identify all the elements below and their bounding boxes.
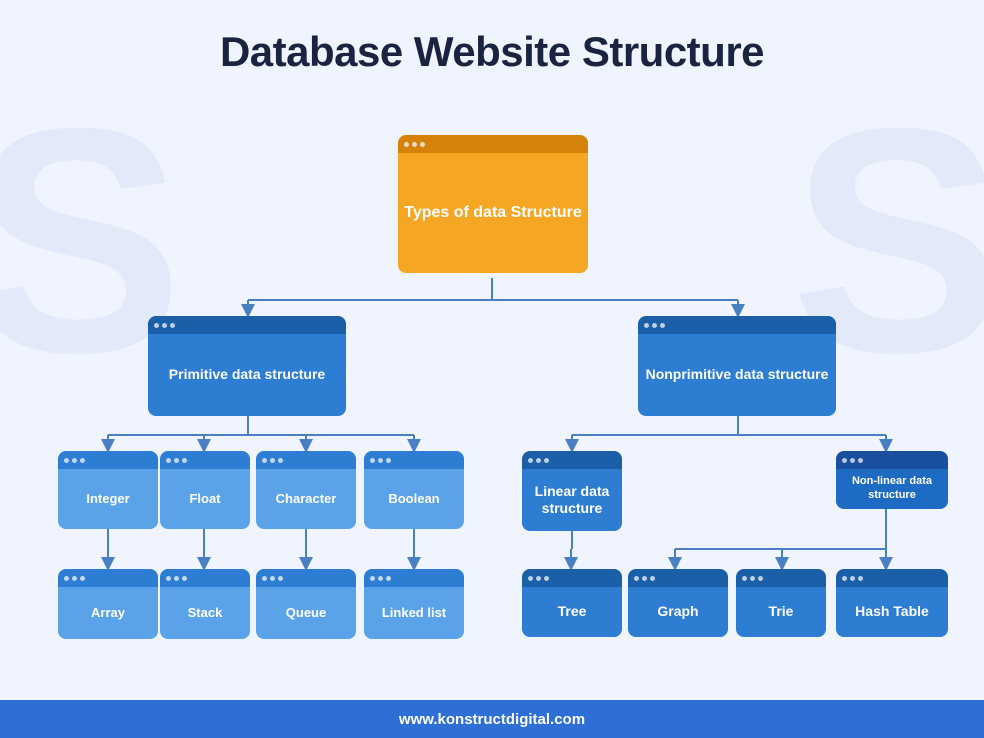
node-graph-label: Graph [628, 587, 728, 637]
node-nonprimitive-label: Nonprimitive data structure [638, 334, 836, 416]
node-tree-label: Tree [522, 587, 622, 637]
node-float: Float [160, 451, 250, 529]
node-linear-titlebar [522, 451, 622, 469]
node-linear-label: Linear data structure [522, 469, 622, 531]
node-root: Types of data Structure [398, 135, 588, 273]
node-character-label: Character [256, 469, 356, 529]
node-boolean: Boolean [364, 451, 464, 529]
node-array: Array [58, 569, 158, 639]
node-queue-titlebar [256, 569, 356, 587]
node-trie-titlebar [736, 569, 826, 587]
node-linear: Linear data structure [522, 451, 622, 531]
node-integer: Integer [58, 451, 158, 529]
node-nonlinear: Non-linear data structure [836, 451, 948, 509]
node-root-label: Types of data Structure [398, 153, 588, 273]
node-queue: Queue [256, 569, 356, 639]
footer: www.konstructdigital.com [0, 700, 984, 738]
node-hashtable-label: Hash Table [836, 587, 948, 637]
node-linkedlist-label: Linked list [364, 587, 464, 639]
node-boolean-label: Boolean [364, 469, 464, 529]
node-trie: Trie [736, 569, 826, 637]
node-boolean-titlebar [364, 451, 464, 469]
node-queue-label: Queue [256, 587, 356, 639]
node-float-titlebar [160, 451, 250, 469]
node-nonprimitive-titlebar [638, 316, 836, 334]
node-root-titlebar [398, 135, 588, 153]
footer-text: www.konstructdigital.com [399, 711, 585, 728]
node-hashtable-titlebar [836, 569, 948, 587]
node-integer-label: Integer [58, 469, 158, 529]
node-primitive-titlebar [148, 316, 346, 334]
node-tree: Tree [522, 569, 622, 637]
node-graph: Graph [628, 569, 728, 637]
node-trie-label: Trie [736, 587, 826, 637]
node-array-titlebar [58, 569, 158, 587]
node-primitive: Primitive data structure [148, 316, 346, 416]
node-integer-titlebar [58, 451, 158, 469]
main-content: Database Website Structure [0, 0, 984, 700]
node-character-titlebar [256, 451, 356, 469]
node-stack-titlebar [160, 569, 250, 587]
node-float-label: Float [160, 469, 250, 529]
node-graph-titlebar [628, 569, 728, 587]
node-character: Character [256, 451, 356, 529]
node-primitive-label: Primitive data structure [148, 334, 346, 416]
node-array-label: Array [58, 587, 158, 639]
node-linkedlist-titlebar [364, 569, 464, 587]
node-tree-titlebar [522, 569, 622, 587]
node-stack-label: Stack [160, 587, 250, 639]
node-nonlinear-label: Non-linear data structure [836, 469, 948, 509]
node-hashtable: Hash Table [836, 569, 948, 637]
node-linkedlist: Linked list [364, 569, 464, 639]
node-nonlinear-titlebar [836, 451, 948, 469]
node-stack: Stack [160, 569, 250, 639]
page-title: Database Website Structure [0, 0, 984, 86]
node-nonprimitive: Nonprimitive data structure [638, 316, 836, 416]
